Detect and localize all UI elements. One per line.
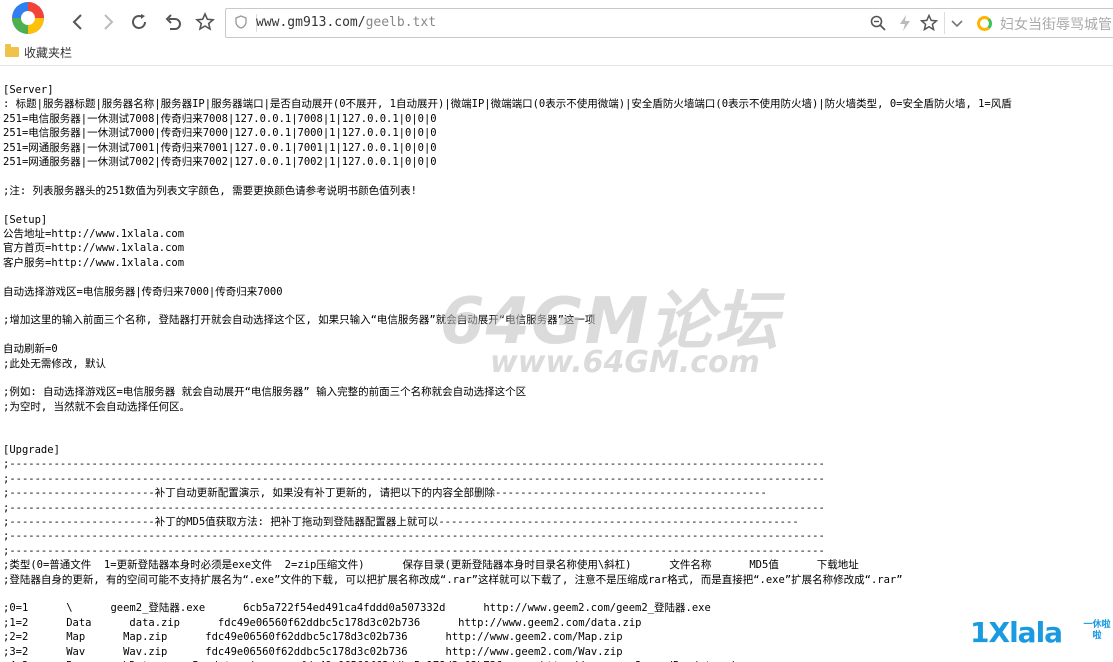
document-line: ;类型(0=普通文件 1=更新登陆器本身时必须是exe文件 2=zip压缩文件)…: [3, 559, 859, 572]
forward-button[interactable]: [96, 10, 120, 34]
document-line: ;2=2 Map Map.zip fdc49e06560f62ddbc5c178…: [3, 631, 623, 644]
document-line: 自动选择游戏区=电信服务器|传奇归来7000|传奇归来7000: [3, 285, 283, 298]
bookmarks-bar: [0, 43, 1113, 66]
document-line: ;-----------------------补丁自动更新配置演示, 如果没有…: [3, 487, 767, 500]
zoom-icon[interactable]: [869, 14, 887, 32]
undo-button[interactable]: [161, 10, 185, 34]
reload-icon: [132, 14, 146, 29]
document-line: 251=电信服务器|一休测试7008|传奇归来7008|127.0.0.1|70…: [3, 112, 437, 125]
search-suggestion[interactable]: 妇女当街辱骂城管: [1000, 14, 1112, 34]
document-line: 客户服务=http://www.1xlala.com: [3, 256, 185, 269]
star-icon: [195, 12, 215, 31]
search-engine-icon: [977, 16, 992, 31]
search-box[interactable]: 妇女当街辱骂城管: [970, 8, 1113, 38]
document-line: ;---------------------------------------…: [3, 472, 825, 485]
document-line: 251=电信服务器|一休测试7000|传奇归来7000|127.0.0.1|70…: [3, 127, 437, 140]
document-line: ;3=2 Wav Wav.zip fdc49e06560f62ddbc5c178…: [3, 645, 623, 658]
back-button[interactable]: [66, 10, 90, 34]
document-line: 公告地址=http://www.1xlala.com: [3, 228, 185, 240]
document-line: 251=网通服务器|一休测试7002|传奇归来7002|127.0.0.1|70…: [3, 156, 437, 168]
document-line: 官方首页=http://www.1xlala.com: [3, 242, 185, 255]
corner-logo: 1Xlala: [970, 616, 1063, 649]
bookmark-star-icon[interactable]: [920, 14, 938, 32]
document-line: ;例如: 自动选择游戏区=电信服务器 就会自动展开“电信服务器” 输入完整的前面…: [3, 386, 527, 399]
bookmarks-folder-label[interactable]: 收藏夹栏: [24, 44, 72, 61]
address-divider: [944, 12, 945, 34]
document-line: ;---------------------------------------…: [3, 530, 825, 543]
browser-logo-icon[interactable]: [7, 0, 49, 40]
document-line: ;注: 列表服务器头的251数值为列表文字颜色, 需要更换颜色请参考说明书颜色值…: [3, 184, 417, 197]
text-document: [Server] : 标题|服务器标题|服务器名称|服务器IP|服务器端口|是否自…: [0, 83, 1113, 662]
document-line: ;0=1 \ geem2_登陆器.exe 6cb5a722f54ed491ca4…: [3, 602, 711, 615]
document-line: [Setup]: [3, 213, 48, 226]
lightning-icon[interactable]: [896, 14, 914, 32]
document-line: ;1=2 Data data.zip fdc49e06560f62ddbc5c1…: [3, 616, 642, 629]
address-bar[interactable]: www.gm913.com/geelb.txt: [225, 8, 972, 38]
document-line: ;增加这里的输入前面三个名称, 登陆器打开就会自动选择这个区, 如果只输入“电信…: [3, 314, 596, 327]
back-arrow-icon: [72, 14, 82, 30]
forward-arrow-icon: [104, 14, 114, 30]
document-line: ;登陆器自身的更新, 有的空间可能不支持扩展名为“.exe”文件的下载, 可以把…: [3, 573, 903, 586]
reload-button[interactable]: [127, 10, 151, 34]
document-line: ;---------------------------------------…: [3, 458, 825, 471]
url-path: geelb.txt: [365, 15, 437, 30]
undo-icon: [165, 14, 181, 30]
document-line: ;-----------------------补丁的MD5值获取方法: 把补丁…: [3, 516, 799, 528]
url-host: www.gm913.com/: [256, 15, 366, 30]
document-line: [Server]: [3, 84, 54, 96]
url-text[interactable]: www.gm913.com/geelb.txt: [256, 15, 436, 30]
folder-icon: [5, 44, 19, 57]
document-line: ;---------------------------------------…: [3, 501, 825, 514]
chevron-down-icon[interactable]: [948, 14, 966, 32]
browser-toolbar: www.gm913.com/geelb.txt 妇女当街辱骂城管: [0, 0, 1113, 43]
document-line: 251=网通服务器|一休测试7001|传奇归来7001|127.0.0.1|70…: [3, 141, 437, 154]
document-line: ;为空时, 当然就不会自动选择任何区。: [3, 400, 190, 413]
document-line: [Upgrade]: [3, 444, 60, 456]
document-line: ;---------------------------------------…: [3, 544, 825, 557]
document-line: ;此处无需修改, 默认: [3, 357, 106, 370]
favorite-button[interactable]: [193, 10, 217, 34]
document-line: : 标题|服务器标题|服务器名称|服务器IP|服务器端口|是否自动展开(0不展开…: [3, 98, 1012, 111]
document-line: 自动刷新=0: [3, 343, 58, 356]
corner-logo-subtitle: 一休啦啦: [1083, 620, 1111, 641]
security-shield-icon[interactable]: [234, 15, 248, 29]
